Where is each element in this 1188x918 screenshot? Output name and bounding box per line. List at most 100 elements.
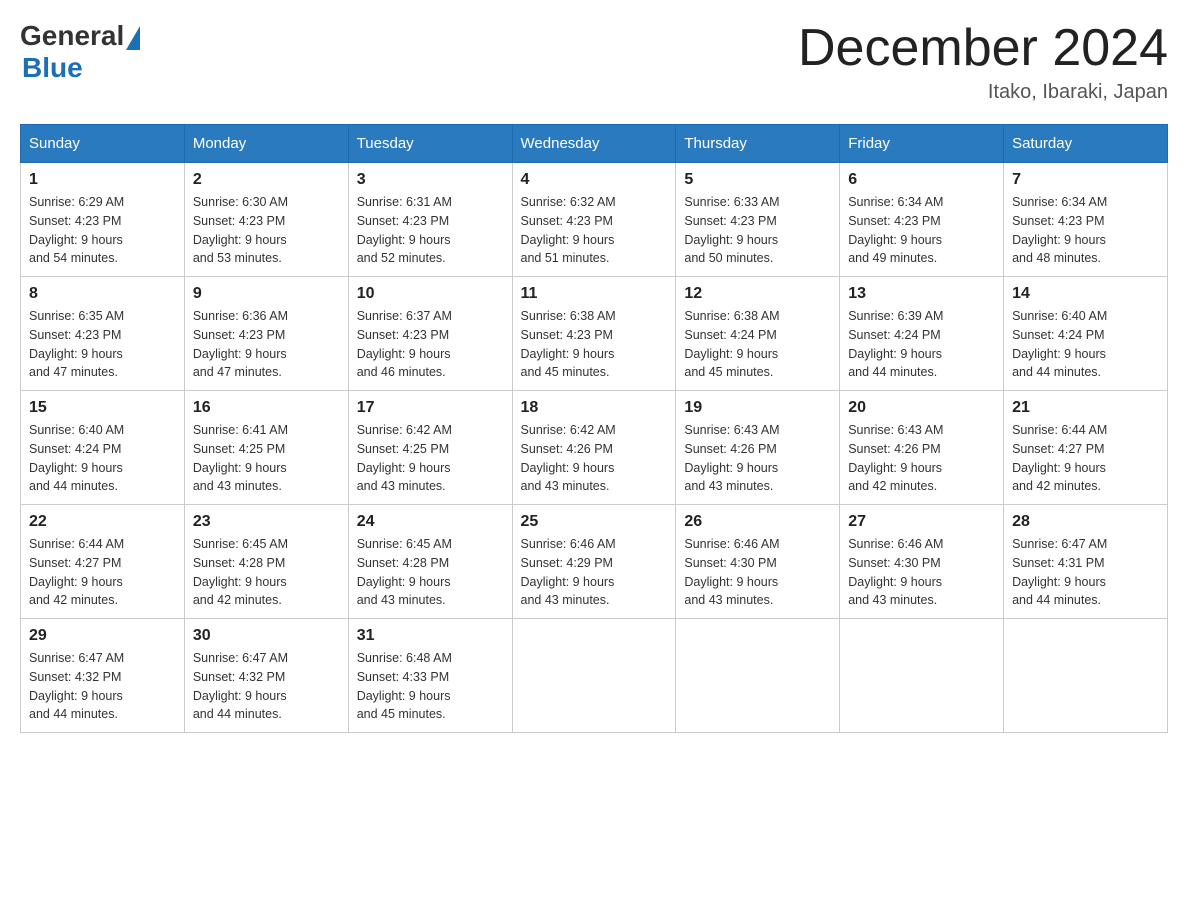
day-number: 4	[521, 171, 668, 189]
day-number: 20	[848, 399, 995, 417]
day-number: 18	[521, 399, 668, 417]
calendar-week-3: 15 Sunrise: 6:40 AMSunset: 4:24 PMDayligh…	[21, 391, 1168, 505]
location-subtitle: Itako, Ibaraki, Japan	[798, 81, 1168, 104]
calendar-header-saturday: Saturday	[1004, 125, 1168, 163]
logo-general-text: General	[20, 20, 124, 52]
day-number: 14	[1012, 285, 1159, 303]
calendar-week-4: 22Sunrise: 6:44 AMSunset: 4:27 PMDayligh…	[21, 505, 1168, 619]
logo-triangle-icon	[126, 26, 140, 50]
day-number: 8	[29, 285, 176, 303]
day-info: Sunrise: 6:42 AMSunset: 4:25 PMDaylight:…	[357, 421, 504, 496]
calendar-cell: 6 Sunrise: 6:34 AMSunset: 4:23 PMDaylight…	[840, 163, 1004, 277]
calendar-header-tuesday: Tuesday	[348, 125, 512, 163]
day-info: Sunrise: 6:48 AMSunset: 4:33 PMDaylight:…	[357, 649, 504, 724]
day-info: Sunrise: 6:46 AMSunset: 4:30 PMDaylight:…	[684, 535, 831, 610]
calendar-cell: 1 Sunrise: 6:29 AMSunset: 4:23 PMDaylight…	[21, 163, 185, 277]
day-info: Sunrise: 6:44 AMSunset: 4:27 PMDaylight:…	[1012, 421, 1159, 496]
day-number: 15	[29, 399, 176, 417]
day-number: 7	[1012, 171, 1159, 189]
day-number: 26	[684, 513, 831, 531]
calendar-cell: 26 Sunrise: 6:46 AMSunset: 4:30 PMDayligh…	[676, 505, 840, 619]
day-info: Sunrise: 6:36 AMSunset: 4:23 PMDaylight:…	[193, 307, 340, 382]
calendar-cell	[676, 619, 840, 733]
calendar-cell: 20 Sunrise: 6:43 AMSunset: 4:26 PMDayligh…	[840, 391, 1004, 505]
calendar-cell: 12Sunrise: 6:38 AMSunset: 4:24 PMDayligh…	[676, 277, 840, 391]
day-info: Sunrise: 6:40 AMSunset: 4:24 PMDaylight:…	[29, 421, 176, 496]
day-info: Sunrise: 6:43 AMSunset: 4:26 PMDaylight:…	[684, 421, 831, 496]
day-info: Sunrise: 6:34 AMSunset: 4:23 PMDaylight:…	[1012, 193, 1159, 268]
day-number: 13	[848, 285, 995, 303]
day-number: 30	[193, 627, 340, 645]
calendar-cell: 27 Sunrise: 6:46 AMSunset: 4:30 PMDayligh…	[840, 505, 1004, 619]
day-info: Sunrise: 6:45 AMSunset: 4:28 PMDaylight:…	[357, 535, 504, 610]
calendar-week-2: 8 Sunrise: 6:35 AMSunset: 4:23 PMDaylight…	[21, 277, 1168, 391]
calendar-cell	[840, 619, 1004, 733]
day-info: Sunrise: 6:42 AMSunset: 4:26 PMDaylight:…	[521, 421, 668, 496]
calendar-cell: 11Sunrise: 6:38 AMSunset: 4:23 PMDayligh…	[512, 277, 676, 391]
day-info: Sunrise: 6:46 AMSunset: 4:30 PMDaylight:…	[848, 535, 995, 610]
day-number: 9	[193, 285, 340, 303]
logo: General Blue	[20, 20, 140, 84]
day-info: Sunrise: 6:34 AMSunset: 4:23 PMDaylight:…	[848, 193, 995, 268]
calendar-header-row: SundayMondayTuesdayWednesdayThursdayFrid…	[21, 125, 1168, 163]
day-number: 29	[29, 627, 176, 645]
day-number: 31	[357, 627, 504, 645]
day-number: 27	[848, 513, 995, 531]
day-info: Sunrise: 6:46 AMSunset: 4:29 PMDaylight:…	[521, 535, 668, 610]
day-info: Sunrise: 6:39 AMSunset: 4:24 PMDaylight:…	[848, 307, 995, 382]
calendar-header-friday: Friday	[840, 125, 1004, 163]
day-number: 1	[29, 171, 176, 189]
calendar-week-5: 29 Sunrise: 6:47 AMSunset: 4:32 PMDayligh…	[21, 619, 1168, 733]
calendar-cell: 2 Sunrise: 6:30 AMSunset: 4:23 PMDaylight…	[184, 163, 348, 277]
day-number: 23	[193, 513, 340, 531]
calendar-cell: 10Sunrise: 6:37 AMSunset: 4:23 PMDayligh…	[348, 277, 512, 391]
logo-blue-text: Blue	[22, 52, 83, 84]
page-header: General Blue December 2024 Itako, Ibarak…	[20, 20, 1168, 104]
day-info: Sunrise: 6:40 AMSunset: 4:24 PMDaylight:…	[1012, 307, 1159, 382]
calendar-cell: 9 Sunrise: 6:36 AMSunset: 4:23 PMDaylight…	[184, 277, 348, 391]
calendar-cell: 17Sunrise: 6:42 AMSunset: 4:25 PMDayligh…	[348, 391, 512, 505]
calendar-cell: 15 Sunrise: 6:40 AMSunset: 4:24 PMDayligh…	[21, 391, 185, 505]
day-info: Sunrise: 6:45 AMSunset: 4:28 PMDaylight:…	[193, 535, 340, 610]
calendar-cell: 3Sunrise: 6:31 AMSunset: 4:23 PMDaylight…	[348, 163, 512, 277]
day-info: Sunrise: 6:38 AMSunset: 4:24 PMDaylight:…	[684, 307, 831, 382]
day-number: 24	[357, 513, 504, 531]
calendar-header-thursday: Thursday	[676, 125, 840, 163]
calendar-cell: 28 Sunrise: 6:47 AMSunset: 4:31 PMDayligh…	[1004, 505, 1168, 619]
day-info: Sunrise: 6:47 AMSunset: 4:32 PMDaylight:…	[29, 649, 176, 724]
calendar-cell: 22Sunrise: 6:44 AMSunset: 4:27 PMDayligh…	[21, 505, 185, 619]
day-info: Sunrise: 6:29 AMSunset: 4:23 PMDaylight:…	[29, 193, 176, 268]
day-number: 6	[848, 171, 995, 189]
title-section: December 2024 Itako, Ibaraki, Japan	[798, 20, 1168, 104]
calendar-cell: 7 Sunrise: 6:34 AMSunset: 4:23 PMDaylight…	[1004, 163, 1168, 277]
calendar-cell: 21Sunrise: 6:44 AMSunset: 4:27 PMDayligh…	[1004, 391, 1168, 505]
day-number: 11	[521, 285, 668, 303]
calendar-cell: 24 Sunrise: 6:45 AMSunset: 4:28 PMDayligh…	[348, 505, 512, 619]
day-number: 25	[521, 513, 668, 531]
calendar-cell: 23 Sunrise: 6:45 AMSunset: 4:28 PMDayligh…	[184, 505, 348, 619]
calendar-cell: 4 Sunrise: 6:32 AMSunset: 4:23 PMDaylight…	[512, 163, 676, 277]
main-title: December 2024	[798, 20, 1168, 77]
day-info: Sunrise: 6:33 AMSunset: 4:23 PMDaylight:…	[684, 193, 831, 268]
day-info: Sunrise: 6:32 AMSunset: 4:23 PMDaylight:…	[521, 193, 668, 268]
day-number: 16	[193, 399, 340, 417]
day-info: Sunrise: 6:43 AMSunset: 4:26 PMDaylight:…	[848, 421, 995, 496]
calendar-week-1: 1 Sunrise: 6:29 AMSunset: 4:23 PMDaylight…	[21, 163, 1168, 277]
day-number: 28	[1012, 513, 1159, 531]
day-info: Sunrise: 6:47 AMSunset: 4:31 PMDaylight:…	[1012, 535, 1159, 610]
day-number: 2	[193, 171, 340, 189]
calendar-cell: 13 Sunrise: 6:39 AMSunset: 4:24 PMDayligh…	[840, 277, 1004, 391]
calendar-cell: 31 Sunrise: 6:48 AMSunset: 4:33 PMDayligh…	[348, 619, 512, 733]
calendar-cell	[512, 619, 676, 733]
calendar-cell: 30Sunrise: 6:47 AMSunset: 4:32 PMDayligh…	[184, 619, 348, 733]
day-number: 3	[357, 171, 504, 189]
calendar-table: SundayMondayTuesdayWednesdayThursdayFrid…	[20, 124, 1168, 733]
day-info: Sunrise: 6:30 AMSunset: 4:23 PMDaylight:…	[193, 193, 340, 268]
calendar-cell	[1004, 619, 1168, 733]
day-info: Sunrise: 6:35 AMSunset: 4:23 PMDaylight:…	[29, 307, 176, 382]
calendar-cell: 29 Sunrise: 6:47 AMSunset: 4:32 PMDayligh…	[21, 619, 185, 733]
calendar-header-monday: Monday	[184, 125, 348, 163]
day-info: Sunrise: 6:41 AMSunset: 4:25 PMDaylight:…	[193, 421, 340, 496]
calendar-cell: 8 Sunrise: 6:35 AMSunset: 4:23 PMDaylight…	[21, 277, 185, 391]
calendar-cell: 19Sunrise: 6:43 AMSunset: 4:26 PMDayligh…	[676, 391, 840, 505]
